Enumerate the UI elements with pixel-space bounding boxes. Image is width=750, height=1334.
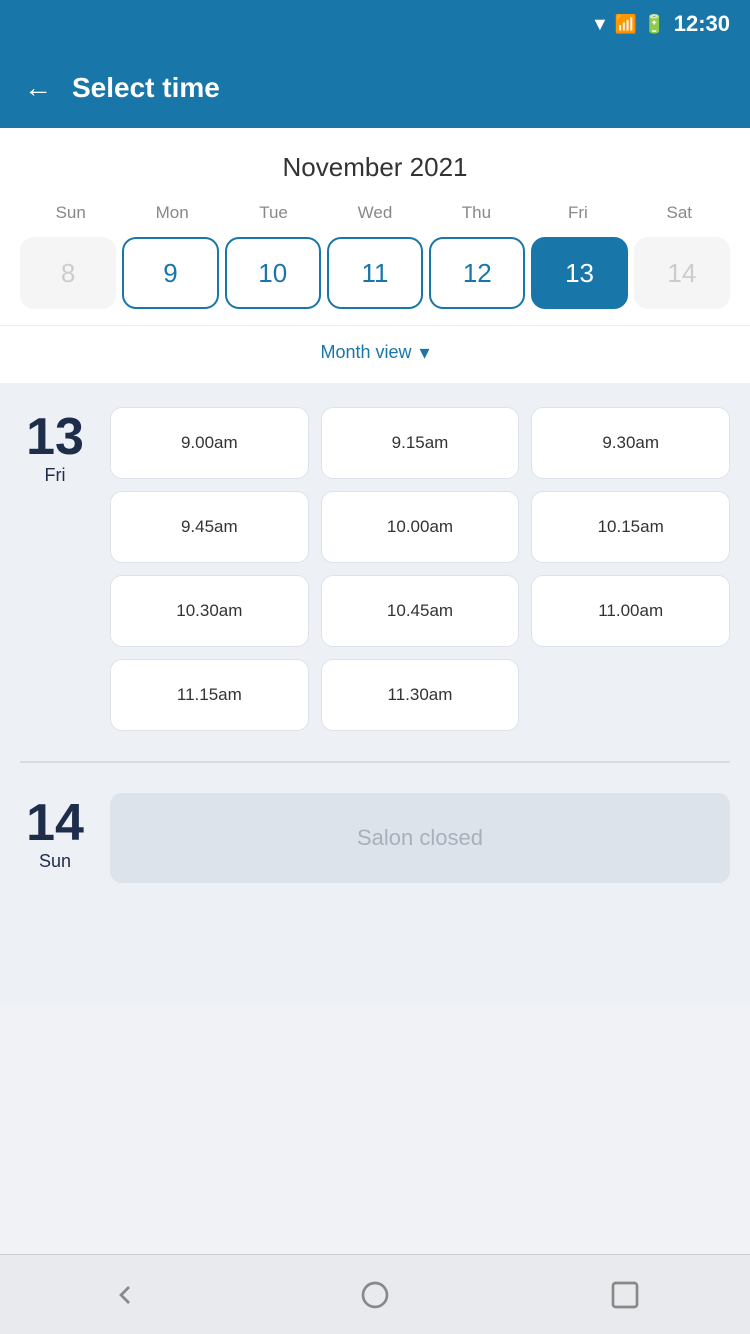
day-number: 13 — [26, 411, 84, 463]
nav-home-button[interactable] — [359, 1279, 391, 1311]
bottom-navigation — [0, 1254, 750, 1334]
date-cell[interactable]: 13 — [531, 237, 627, 309]
time-slot[interactable]: 10.45am — [321, 575, 520, 647]
time-slot[interactable]: 11.15am — [110, 659, 309, 731]
time-slot[interactable]: 9.15am — [321, 407, 520, 479]
date-cell[interactable]: 12 — [429, 237, 525, 309]
chevron-down-icon: ▾ — [420, 340, 430, 365]
status-time: 12:30 — [674, 11, 730, 37]
app-header: ← Select time — [0, 48, 750, 128]
nav-back-button[interactable] — [109, 1279, 141, 1311]
day-number: 14 — [26, 797, 84, 849]
date-row: 891011121314 — [20, 237, 730, 325]
weekday-label: Mon — [121, 199, 222, 227]
day-label: 13Fri — [20, 407, 90, 731]
time-slot[interactable]: 9.30am — [531, 407, 730, 479]
weekday-row: SunMonTueWedThuFriSat — [20, 199, 730, 227]
schedule-section: 13Fri 9.00am9.15am9.30am 9.45am10.00am10.1… — [0, 383, 750, 1003]
month-label: November 2021 — [20, 152, 730, 183]
weekday-label: Tue — [223, 199, 324, 227]
date-cell[interactable]: 11 — [327, 237, 423, 309]
weekday-label: Sat — [629, 199, 730, 227]
status-bar: ▼ 📶 🔋 12:30 — [0, 0, 750, 48]
weekday-label: Thu — [426, 199, 527, 227]
day-closed-block: 14Sun Salon closed — [20, 793, 730, 883]
weekday-label: Wed — [324, 199, 425, 227]
month-view-label: Month view — [320, 342, 411, 363]
time-slot[interactable]: 10.15am — [531, 491, 730, 563]
status-icons: ▼ 📶 🔋 — [591, 14, 666, 35]
month-view-toggle[interactable]: Month view ▾ — [0, 325, 750, 383]
time-slot[interactable]: 10.00am — [321, 491, 520, 563]
time-slots-grid: 9.00am9.15am9.30am9.45am10.00am10.15am10… — [110, 407, 730, 731]
nav-recents-button[interactable] — [609, 1279, 641, 1311]
date-cell[interactable]: 9 — [122, 237, 218, 309]
signal-icon: 📶 — [615, 14, 637, 35]
page-title: Select time — [72, 72, 220, 104]
day-name: Fri — [45, 465, 66, 486]
time-slot[interactable]: 11.00am — [531, 575, 730, 647]
day-open-block: 13Fri 9.00am9.15am9.30am 9.45am10.00am10.1… — [20, 407, 730, 731]
weekday-label: Sun — [20, 199, 121, 227]
time-slot[interactable]: 11.30am — [321, 659, 520, 731]
back-button[interactable]: ← — [24, 74, 52, 102]
battery-icon: 🔋 — [643, 14, 665, 35]
weekday-label: Fri — [527, 199, 628, 227]
date-cell: 8 — [20, 237, 116, 309]
salon-closed-message: Salon closed — [110, 793, 730, 883]
calendar-section: November 2021 SunMonTueWedThuFriSat 8910… — [0, 128, 750, 325]
day-name: Sun — [39, 851, 71, 872]
wifi-icon: ▼ — [591, 14, 609, 35]
date-cell[interactable]: 10 — [225, 237, 321, 309]
time-slot[interactable]: 9.00am — [110, 407, 309, 479]
section-divider — [20, 761, 730, 763]
date-cell: 14 — [634, 237, 730, 309]
time-slot[interactable]: 9.45am — [110, 491, 309, 563]
day-label: 14Sun — [20, 793, 90, 883]
time-slot[interactable]: 10.30am — [110, 575, 309, 647]
